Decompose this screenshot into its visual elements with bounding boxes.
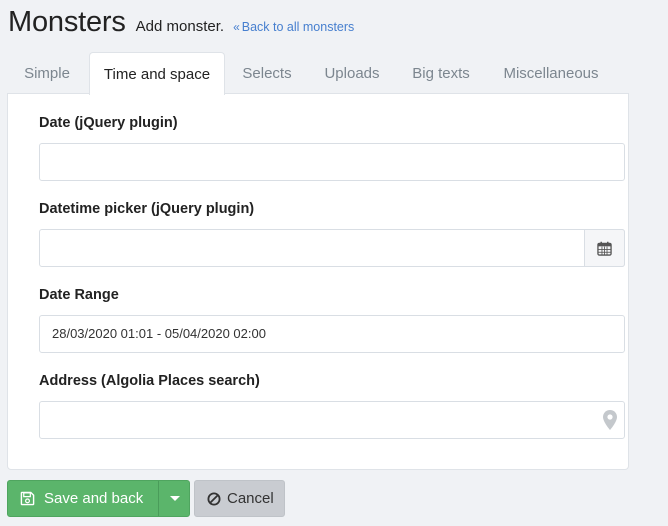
caret-down-icon	[169, 496, 180, 501]
address-input[interactable]	[39, 401, 625, 439]
tab-bar: Simple Time and space Selects Uploads Bi…	[7, 52, 629, 95]
double-chevron-left-icon: «	[233, 20, 240, 34]
ban-icon	[207, 492, 221, 506]
calendar-button[interactable]	[584, 229, 625, 267]
datetime-label: Datetime picker (jQuery plugin)	[39, 201, 255, 217]
cancel-button[interactable]: Cancel	[194, 480, 285, 517]
calendar-icon	[597, 241, 612, 256]
tab-uploads[interactable]: Uploads	[308, 52, 396, 94]
map-pin-icon	[603, 410, 617, 430]
tab-selects[interactable]: Selects	[227, 52, 307, 94]
save-options-dropdown-toggle[interactable]	[158, 481, 190, 516]
back-link-label: Back to all monsters	[241, 20, 355, 34]
tab-miscellaneous[interactable]: Miscellaneous	[486, 52, 616, 94]
save-and-back-group: Save and back	[7, 480, 190, 517]
cancel-label: Cancel	[227, 490, 274, 507]
address-label: Address (Algolia Places search)	[39, 373, 260, 389]
page-title: Monsters	[8, 6, 126, 38]
save-and-back-button[interactable]: Save and back	[8, 481, 158, 516]
datetime-input[interactable]	[39, 229, 625, 267]
save-and-back-label: Save and back	[44, 490, 144, 507]
back-link[interactable]: «Back to all monsters	[233, 20, 354, 34]
form-panel: Date (jQuery plugin) Datetime picker (jQ…	[7, 93, 629, 470]
tab-simple[interactable]: Simple	[7, 52, 87, 94]
date-label: Date (jQuery plugin)	[39, 115, 178, 131]
page-subtitle: Add monster.	[135, 18, 225, 35]
tab-big-texts[interactable]: Big texts	[397, 52, 485, 94]
date-range-input[interactable]: 28/03/2020 01:01 - 05/04/2020 02:00	[39, 315, 625, 353]
save-icon	[20, 491, 35, 506]
tab-time-and-space[interactable]: Time and space	[89, 52, 225, 95]
date-input[interactable]	[39, 143, 625, 181]
date-range-label: Date Range	[39, 287, 119, 303]
page-header: Monsters Add monster. «Back to all monst…	[8, 6, 354, 39]
